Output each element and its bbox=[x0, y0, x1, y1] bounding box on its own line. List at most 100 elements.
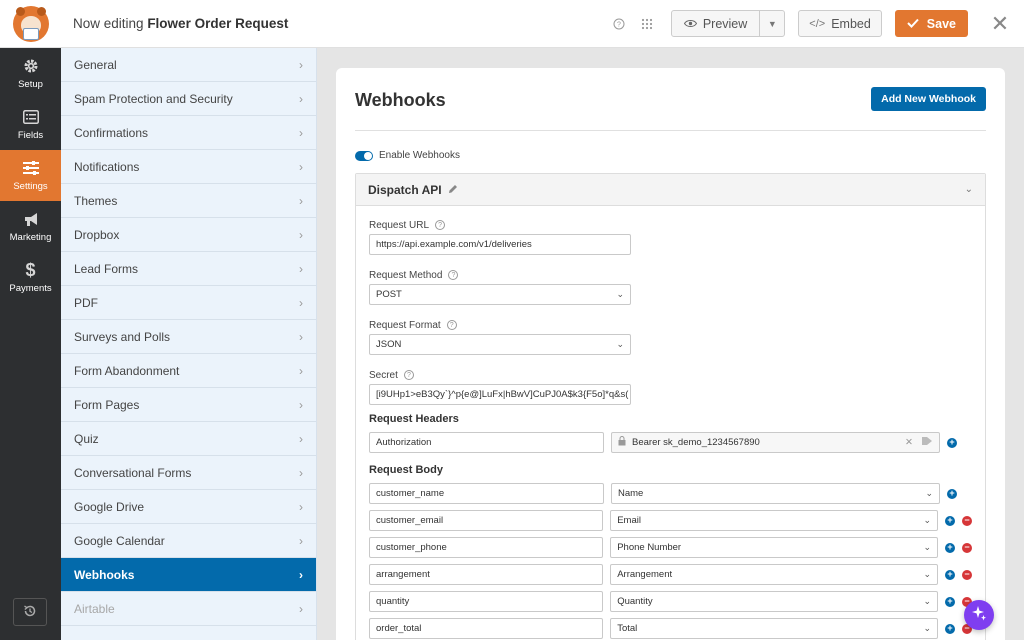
chevron-right-icon: › bbox=[299, 159, 303, 174]
body-field-value: Phone Number bbox=[617, 542, 682, 553]
settings-item[interactable]: PDF › bbox=[61, 286, 316, 320]
pencil-icon[interactable] bbox=[448, 183, 458, 197]
settings-item[interactable]: Quiz › bbox=[61, 422, 316, 456]
sparkle-assistant-button[interactable] bbox=[964, 600, 994, 630]
preview-label: Preview bbox=[702, 16, 748, 31]
body-row: customer_phone Phone Number ⌄ + − bbox=[369, 534, 972, 561]
editing-prefix: Now editing bbox=[73, 16, 144, 31]
sliders-icon bbox=[22, 159, 40, 177]
request-url-input[interactable]: https://api.example.com/v1/deliveries bbox=[369, 234, 631, 255]
settings-item[interactable]: Notifications › bbox=[61, 150, 316, 184]
tag-icon[interactable] bbox=[921, 436, 933, 449]
help-icon[interactable]: ? bbox=[448, 270, 459, 280]
secret-label: Secret bbox=[369, 369, 398, 381]
body-key-input[interactable]: customer_phone bbox=[369, 537, 604, 558]
dollar-icon: $ bbox=[25, 259, 36, 280]
sidebar-item-payments[interactable]: $ Payments bbox=[0, 252, 61, 303]
sidebar-item-label: Setup bbox=[18, 79, 43, 90]
sidebar-item-fields[interactable]: Fields bbox=[0, 99, 61, 150]
chevron-right-icon: › bbox=[299, 431, 303, 446]
request-method-label-row: Request Method ? bbox=[369, 266, 972, 284]
body-field-select[interactable]: Arrangement ⌄ bbox=[610, 564, 939, 585]
help-icon[interactable]: ? bbox=[609, 14, 629, 34]
clear-icon[interactable]: ✕ bbox=[905, 437, 913, 448]
settings-item[interactable]: General › bbox=[61, 48, 316, 82]
body-key-input[interactable]: customer_name bbox=[369, 483, 604, 504]
chevron-right-icon: › bbox=[299, 397, 303, 412]
body-field-select[interactable]: Quantity ⌄ bbox=[610, 591, 939, 612]
settings-item[interactable]: Themes › bbox=[61, 184, 316, 218]
body-key-input[interactable]: order_total bbox=[369, 618, 604, 639]
add-row-icon[interactable]: + bbox=[945, 623, 956, 634]
bear-mascot-icon bbox=[12, 5, 49, 42]
preview-button[interactable]: Preview bbox=[672, 11, 761, 36]
body-key-input[interactable]: quantity bbox=[369, 591, 604, 612]
settings-item[interactable]: Form Pages › bbox=[61, 388, 316, 422]
chevron-right-icon: › bbox=[299, 601, 303, 616]
body-field-select[interactable]: Total ⌄ bbox=[610, 618, 939, 639]
body-field-select[interactable]: Name ⌄ bbox=[611, 483, 940, 504]
add-row-icon[interactable]: + bbox=[945, 569, 956, 580]
settings-item[interactable]: Lead Forms › bbox=[61, 252, 316, 286]
sidebar-item-label: Fields bbox=[17, 130, 44, 141]
settings-item[interactable]: Confirmations › bbox=[61, 116, 316, 150]
sidebar-item-marketing[interactable]: Marketing bbox=[0, 201, 61, 252]
body-key-input[interactable]: customer_email bbox=[369, 510, 604, 531]
header-key-input[interactable]: Authorization bbox=[369, 432, 604, 453]
request-format-label-row: Request Format ? bbox=[369, 316, 972, 334]
add-row-icon[interactable]: + bbox=[945, 596, 956, 607]
enable-webhooks-toggle[interactable] bbox=[355, 150, 373, 161]
settings-item[interactable]: Surveys and Polls › bbox=[61, 320, 316, 354]
webhook-header[interactable]: Dispatch API ⌄ bbox=[356, 174, 985, 206]
grid-menu-icon[interactable] bbox=[637, 14, 657, 34]
svg-text:?: ? bbox=[617, 21, 621, 28]
body-field-value: Name bbox=[618, 488, 644, 499]
help-icon[interactable]: ? bbox=[435, 220, 446, 230]
body-field-value: Quantity bbox=[617, 596, 653, 607]
secret-input[interactable]: [i9UHp1>eB3Qy`}^p{e@]LuFx|hBwV]CuPJ0A$k3… bbox=[369, 384, 631, 405]
eye-icon bbox=[683, 17, 697, 31]
request-format-select[interactable]: JSON ⌄ bbox=[369, 334, 631, 355]
add-row-icon[interactable]: + bbox=[945, 515, 956, 526]
settings-item[interactable]: Form Abandonment › bbox=[61, 354, 316, 388]
request-method-select[interactable]: POST ⌄ bbox=[369, 284, 631, 305]
chevron-right-icon: › bbox=[299, 57, 303, 72]
settings-item[interactable]: Dropbox › bbox=[61, 218, 316, 252]
main-content: Webhooks Add New Webhook Enable Webhooks… bbox=[317, 48, 1024, 640]
builder-sidebar: Setup Fields Settings Marketing $ Paymen… bbox=[0, 48, 61, 640]
header-value-input[interactable]: Bearer sk_demo_1234567890 ✕ bbox=[611, 432, 940, 453]
add-row-icon[interactable]: + bbox=[947, 437, 957, 448]
close-icon[interactable]: ✕ bbox=[976, 0, 1024, 48]
sidebar-item-settings[interactable]: Settings bbox=[0, 150, 61, 201]
settings-item[interactable]: Google Calendar › bbox=[61, 524, 316, 558]
save-button[interactable]: Save bbox=[894, 10, 968, 37]
chevron-right-icon: › bbox=[299, 329, 303, 344]
help-icon[interactable]: ? bbox=[446, 320, 457, 330]
add-new-webhook-button[interactable]: Add New Webhook bbox=[871, 87, 986, 111]
add-row-icon[interactable]: + bbox=[945, 542, 956, 553]
remove-row-icon[interactable]: − bbox=[962, 569, 972, 580]
revision-history-button[interactable] bbox=[13, 598, 47, 626]
chevron-down-icon[interactable]: ⌄ bbox=[965, 184, 973, 195]
body-row: quantity Quantity ⌄ + − bbox=[369, 588, 972, 615]
body-key-input[interactable]: arrangement bbox=[369, 564, 604, 585]
settings-item[interactable]: Webhooks › bbox=[61, 558, 316, 592]
preview-dropdown-toggle[interactable]: ▼ bbox=[760, 11, 784, 36]
request-method-value: POST bbox=[376, 289, 402, 300]
body-field-select[interactable]: Email ⌄ bbox=[610, 510, 939, 531]
help-icon[interactable]: ? bbox=[403, 370, 414, 380]
wpforms-logo[interactable] bbox=[0, 0, 61, 48]
settings-item[interactable]: Google Drive › bbox=[61, 490, 316, 524]
settings-item-label: General bbox=[74, 57, 117, 72]
settings-item[interactable]: Spam Protection and Security › bbox=[61, 82, 316, 116]
chevron-down-icon: ⌄ bbox=[616, 339, 624, 349]
add-row-icon[interactable]: + bbox=[947, 488, 957, 499]
remove-row-icon[interactable]: − bbox=[962, 515, 972, 526]
settings-item[interactable]: Airtable › bbox=[61, 592, 316, 626]
remove-row-icon[interactable]: − bbox=[962, 542, 972, 553]
settings-item[interactable]: Conversational Forms › bbox=[61, 456, 316, 490]
embed-button[interactable]: </> Embed bbox=[798, 10, 882, 37]
sidebar-item-setup[interactable]: Setup bbox=[0, 48, 61, 99]
sidebar-item-label: Settings bbox=[13, 181, 48, 192]
body-field-select[interactable]: Phone Number ⌄ bbox=[610, 537, 939, 558]
